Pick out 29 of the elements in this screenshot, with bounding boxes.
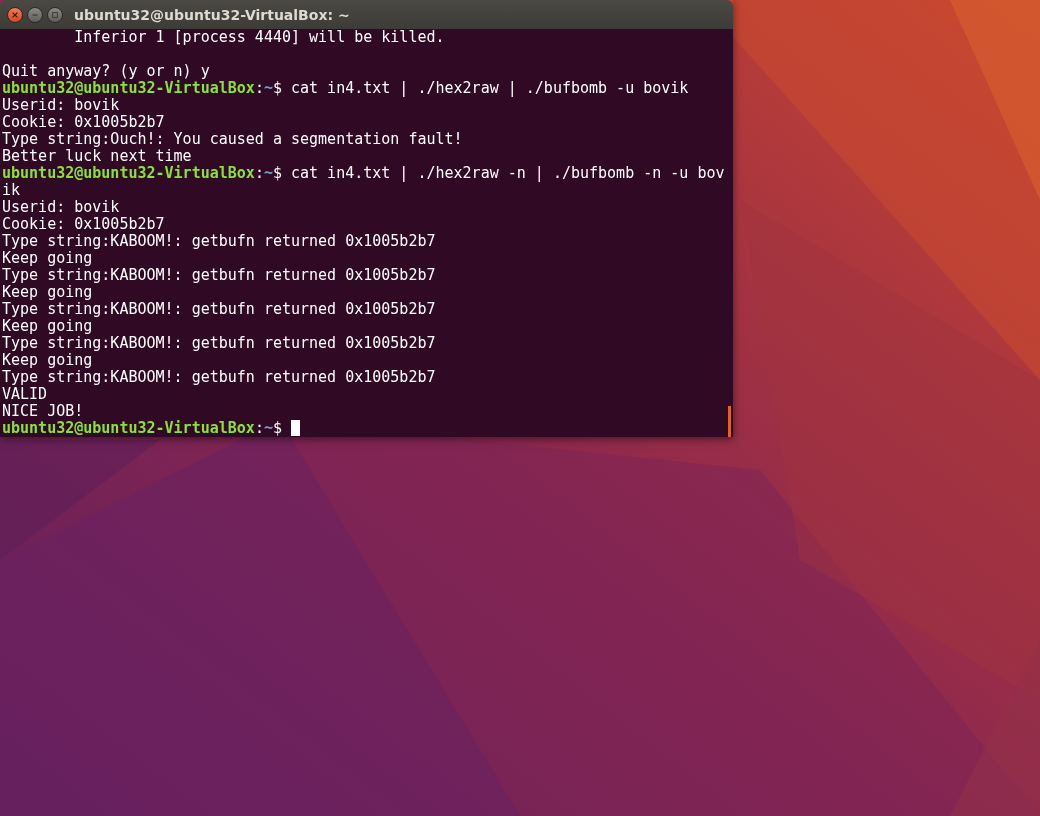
terminal-output: VALID	[2, 386, 49, 403]
terminal-output: Inferior 1 [process 4440] will be killed.	[73, 29, 446, 46]
terminal-output: Type string:KABOOM!: getbufn returned 0x1005b2b7	[2, 301, 437, 318]
scrollbar[interactable]	[728, 406, 731, 437]
close-icon	[11, 10, 19, 19]
terminal-output: Keep going	[2, 284, 94, 301]
maximize-icon	[51, 10, 59, 19]
terminal-output: Type string:KABOOM!: getbufn returned 0x1005b2b7	[2, 233, 437, 250]
command-prompt-line: ubuntu32@ubuntu32-VirtualBox:~$	[2, 419, 282, 437]
terminal-output: NICE JOB!	[2, 403, 85, 420]
command-prompt-line: ubuntu32@ubuntu32-VirtualBox:~$ cat in4.txt | ./hex2raw | ./bufbomb -u bovik	[2, 79, 689, 97]
terminal-output: Better luck next time	[2, 148, 193, 165]
terminal-output: Cookie: 0x1005b2b7	[2, 216, 166, 233]
terminal-output: Quit anyway? (y or n) y	[2, 63, 211, 80]
terminal-output: Keep going	[2, 352, 94, 369]
terminal-output: Keep going	[2, 250, 94, 267]
terminal-output: Type string:KABOOM!: getbufn returned 0x1005b2b7	[2, 267, 437, 284]
terminal-output: Userid: bovik	[2, 199, 121, 216]
minimize-button[interactable]	[27, 6, 43, 23]
terminal-output: Userid: bovik	[2, 97, 121, 114]
close-button[interactable]	[7, 6, 23, 23]
terminal-output: Cookie: 0x1005b2b7	[2, 114, 166, 131]
terminal-output: Keep going	[2, 318, 94, 335]
maximize-button[interactable]	[47, 6, 63, 23]
window-title: ubuntu32@ubuntu32-VirtualBox: ~	[74, 6, 350, 23]
command-prompt-line: ubuntu32@ubuntu32-VirtualBox:~$ cat in4.txt | ./hex2raw -n | ./bufbomb -n -u bovik	[2, 164, 725, 199]
terminal-output: Type string:KABOOM!: getbufn returned 0x1005b2b7	[2, 369, 437, 386]
terminal-output: Type string:KABOOM!: getbufn returned 0x1005b2b7	[2, 335, 437, 352]
terminal-output: Type string:Ouch!: You caused a segmentation fault!	[2, 131, 464, 148]
